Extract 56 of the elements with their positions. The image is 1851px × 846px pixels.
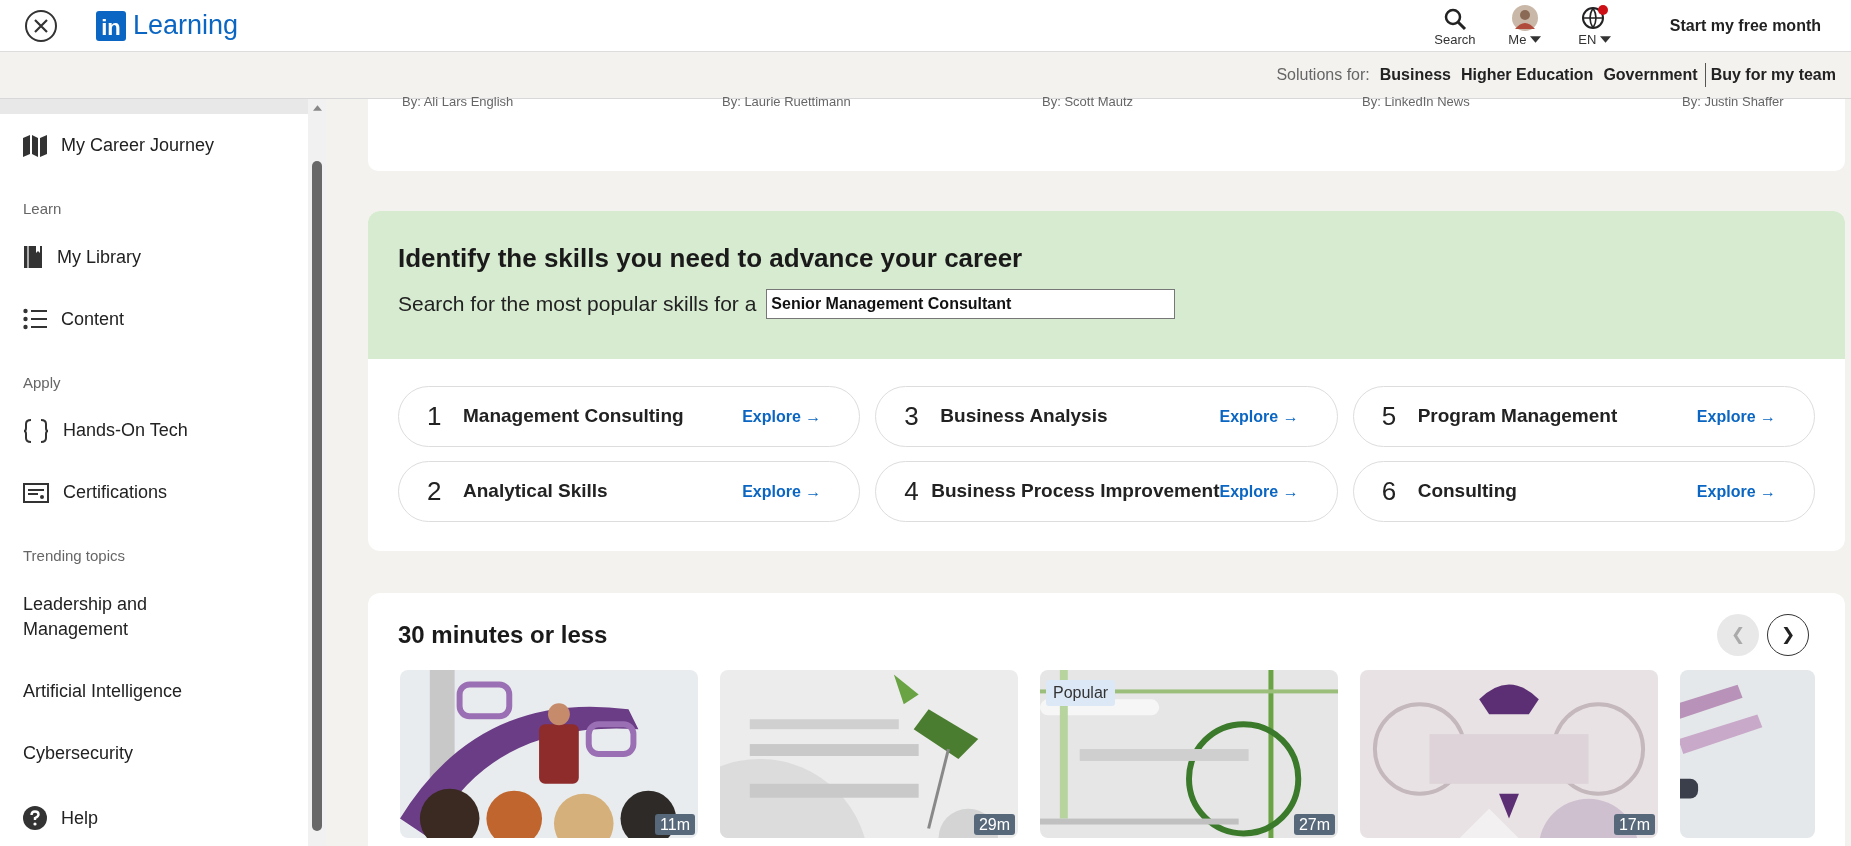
- sidebar-item[interactable]: Hands-On Tech: [23, 418, 233, 443]
- solutions-label: Solutions for:: [1276, 65, 1370, 85]
- logo-mark: in: [96, 10, 126, 41]
- solutions-link[interactable]: Higher Education: [1455, 63, 1599, 87]
- explore-link[interactable]: Explore →: [1219, 404, 1299, 429]
- skill-rank: 4: [904, 475, 920, 508]
- sidebar-item[interactable]: My Library: [23, 244, 233, 270]
- skill-name: Program Management: [1417, 404, 1619, 429]
- sidebar-item[interactable]: Cybersecurity: [23, 740, 233, 766]
- skill-name: Consulting: [1417, 479, 1518, 504]
- skills-title: Identify the skills you need to advance your career: [398, 242, 1024, 275]
- section-title: 30 minutes or less: [398, 620, 608, 650]
- sidebar-item[interactable]: Leadership and Management: [23, 591, 233, 642]
- avatar-button[interactable]: Me: [1489, 2, 1560, 49]
- logo-text: Learning: [133, 12, 239, 39]
- duration-badge: 27m: [1293, 814, 1335, 835]
- skill-name: Management Consulting: [463, 404, 685, 429]
- explore-link[interactable]: Explore →: [1219, 479, 1299, 504]
- skill-rank: 3: [904, 400, 920, 433]
- solutions-link[interactable]: Government: [1598, 63, 1703, 87]
- section-heading: Learn: [23, 199, 63, 219]
- explore-link[interactable]: Explore →: [1696, 404, 1776, 429]
- author-text: By: LinkedIn News: [1362, 95, 1471, 109]
- language-button[interactable]: EN: [1559, 2, 1630, 49]
- skills-prompt: Search for the most popular skills for a: [398, 291, 757, 317]
- author-text: By: Justin Shaffer: [1682, 95, 1785, 109]
- skill-rank: 1: [427, 400, 443, 433]
- explore-link[interactable]: Explore →: [742, 404, 822, 429]
- solutions-link[interactable]: Buy for my team: [1704, 63, 1841, 87]
- sidebar-item[interactable]: Artificial Intelligence: [23, 678, 233, 704]
- author-text: By: Laurie Ruettimann: [722, 95, 852, 109]
- skill-name: Business Analysis: [940, 404, 1109, 429]
- section-heading: Apply: [23, 372, 62, 393]
- skill-rank: 5: [1381, 400, 1398, 433]
- duration-badge: 11m: [655, 814, 695, 835]
- explore-link[interactable]: Explore →: [742, 479, 822, 504]
- skill-name: Business Process Improvement: [931, 479, 1220, 504]
- section-heading: Trending topics: [23, 546, 126, 566]
- solutions-link[interactable]: Business: [1374, 63, 1456, 87]
- job-title-field[interactable]: Senior Management Consultant: [766, 288, 1176, 319]
- skill-rank: 6: [1381, 475, 1398, 508]
- start-trial-button[interactable]: Start my free month: [1669, 13, 1821, 38]
- popular-badge: Popular: [1046, 680, 1116, 706]
- sidebar-item[interactable]: Help: [23, 805, 233, 831]
- skill-rank: 2: [427, 475, 443, 508]
- duration-badge: 29m: [973, 814, 1015, 835]
- sidebar-item[interactable]: My Career Journey: [23, 133, 233, 158]
- author-text: By: Scott Mautz: [1042, 95, 1135, 109]
- sidebar-item[interactable]: Content: [23, 306, 233, 332]
- author-text: By: Ali Lars English: [402, 95, 515, 109]
- duration-badge: 17m: [1613, 814, 1655, 835]
- next-button[interactable]: ❯: [1767, 614, 1809, 656]
- search-button[interactable]: Search: [1419, 2, 1490, 49]
- sidebar-item[interactable]: Certifications: [23, 480, 233, 505]
- skill-name: Analytical Skills: [463, 479, 609, 504]
- explore-link[interactable]: Explore →: [1696, 479, 1776, 504]
